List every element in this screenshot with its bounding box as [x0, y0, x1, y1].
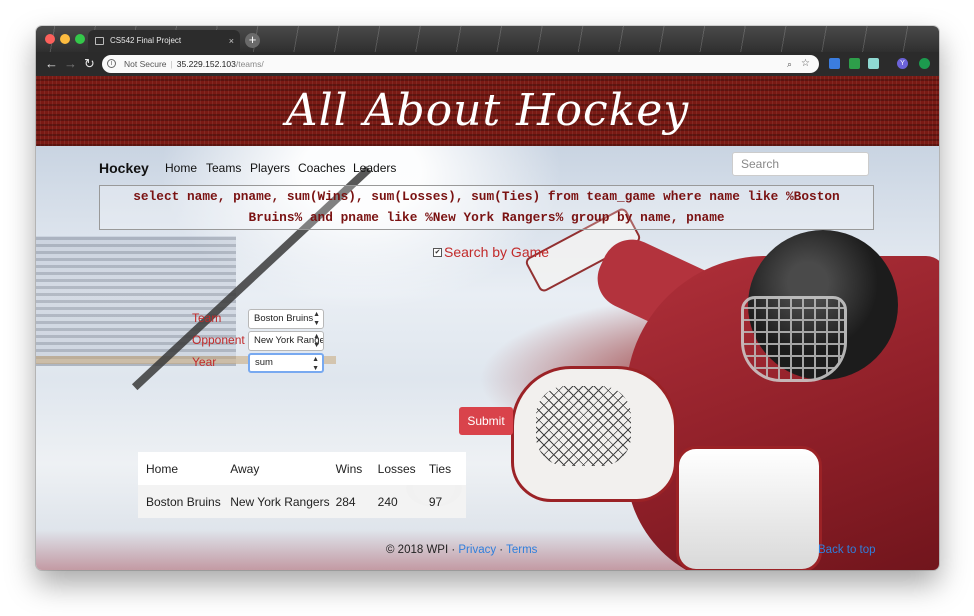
url-host: 35.229.152.103	[176, 59, 236, 69]
reload-icon[interactable]: ↻	[84, 55, 95, 73]
page-favicon-icon	[95, 37, 104, 45]
year-label: Year	[192, 355, 217, 369]
sql-query-line-1: select name, pname, sum(Wins), sum(Losse…	[133, 189, 840, 204]
results-table: Home Away Wins Losses Ties Boston Bruins…	[138, 452, 466, 518]
privacy-link[interactable]: Privacy	[458, 544, 496, 556]
cell-losses: 240	[377, 494, 398, 509]
cell-ties: 97	[428, 494, 443, 509]
address-bar[interactable]: i Not Secure | 35.229.152.103/teams/ ⌕ ☆	[102, 55, 819, 73]
opponent-select[interactable]: New York Rangers ▲▼	[248, 331, 324, 351]
search-input[interactable]	[732, 152, 869, 176]
table-row: Boston Bruins New York Rangers 284 240 9…	[138, 485, 466, 518]
year-select[interactable]: sum ▲ ▼	[248, 353, 324, 373]
sql-query-display: select name, pname, sum(Wins), sum(Losse…	[99, 185, 874, 230]
extension-circle-icon[interactable]	[919, 58, 930, 69]
footer-separator: ·	[496, 544, 507, 556]
security-label: Not Secure	[124, 59, 167, 69]
back-to-top-link[interactable]: Back to top	[818, 543, 876, 557]
web-page: All About Hockey Hockey Home Teams Playe…	[36, 76, 939, 570]
search-by-game-checkbox[interactable]: ✔	[433, 248, 442, 257]
year-select-value: sum	[255, 357, 273, 368]
opponent-select-arrow-icon: ▲ ▼	[313, 333, 320, 349]
browser-tab[interactable]: CS542 Final Project ×	[88, 30, 240, 52]
tab-close-icon[interactable]: ×	[229, 30, 234, 52]
back-arrow-icon[interactable]: ←	[45, 55, 58, 73]
cell-home: Boston Bruins	[146, 494, 221, 509]
column-header-home: Home	[146, 461, 179, 476]
close-window-button[interactable]	[45, 34, 55, 44]
team-label: Team	[192, 311, 222, 325]
team-select[interactable]: Boston Bruins ▲ ▼	[248, 309, 324, 329]
column-header-wins: Wins	[335, 461, 363, 476]
search-by-game-label: Search by Game	[444, 244, 550, 260]
terms-link[interactable]: Terms	[506, 544, 537, 556]
opponent-label: Opponent	[192, 333, 245, 347]
table-header-row: Home Away Wins Losses Ties	[138, 452, 466, 485]
zoom-icon[interactable]: ⌕	[787, 55, 792, 73]
profile-avatar-icon[interactable]: Y	[897, 58, 908, 69]
forward-arrow-icon[interactable]: →	[64, 55, 77, 73]
cell-wins: 284	[335, 494, 356, 509]
tab-title: CS542 Final Project	[110, 36, 182, 45]
extension-green-icon[interactable]	[849, 58, 860, 69]
copyright-text: © 2018 WPI ·	[386, 544, 459, 556]
team-select-value: Boston Bruins	[254, 313, 314, 324]
column-header-away: Away	[230, 461, 260, 476]
navbar-brand[interactable]: Hockey	[99, 159, 149, 177]
submit-button[interactable]: Submit	[459, 407, 513, 435]
maximize-window-button[interactable]	[75, 34, 85, 44]
url-path: /teams/	[235, 59, 264, 69]
browser-toolbar: ← → ↻ i Not Secure | 35.229.152.103/teams/…	[36, 52, 939, 76]
sql-query-line-2: Bruins% and pname like %New York Rangers…	[248, 210, 725, 225]
site-footer: © 2018 WPI · Privacy · Terms	[386, 543, 537, 557]
extension-note-icon[interactable]	[868, 58, 879, 69]
goalie-pad-image	[676, 446, 822, 570]
info-icon[interactable]: i	[107, 59, 116, 68]
tab-bar: CS542 Final Project × +	[36, 26, 939, 52]
nav-link-leaders[interactable]: Leaders	[353, 160, 396, 176]
column-header-ties: Ties	[428, 461, 452, 476]
nav-link-players[interactable]: Players	[250, 160, 290, 176]
address-separator: |	[170, 59, 173, 69]
browser-window: CS542 Final Project × + ← → ↻ i Not Secu…	[36, 26, 939, 570]
cell-away: New York Rangers	[230, 494, 330, 509]
banner-title: All About Hockey	[285, 85, 690, 136]
extension-docs-icon[interactable]	[829, 58, 840, 69]
nav-link-home[interactable]: Home	[165, 160, 197, 176]
nav-link-coaches[interactable]: Coaches	[298, 160, 345, 176]
year-select-arrow-icon: ▲ ▼	[312, 356, 319, 372]
goalie-mask-image	[741, 296, 847, 382]
glove-net-image	[536, 386, 631, 466]
column-header-losses: Losses	[377, 461, 416, 476]
team-select-arrow-icon: ▲ ▼	[313, 311, 320, 327]
new-tab-button[interactable]: +	[245, 33, 260, 48]
bookmark-star-icon[interactable]: ☆	[801, 55, 810, 73]
site-banner: All About Hockey	[36, 76, 939, 146]
minimize-window-button[interactable]	[60, 34, 70, 44]
nav-link-teams[interactable]: Teams	[206, 160, 241, 176]
